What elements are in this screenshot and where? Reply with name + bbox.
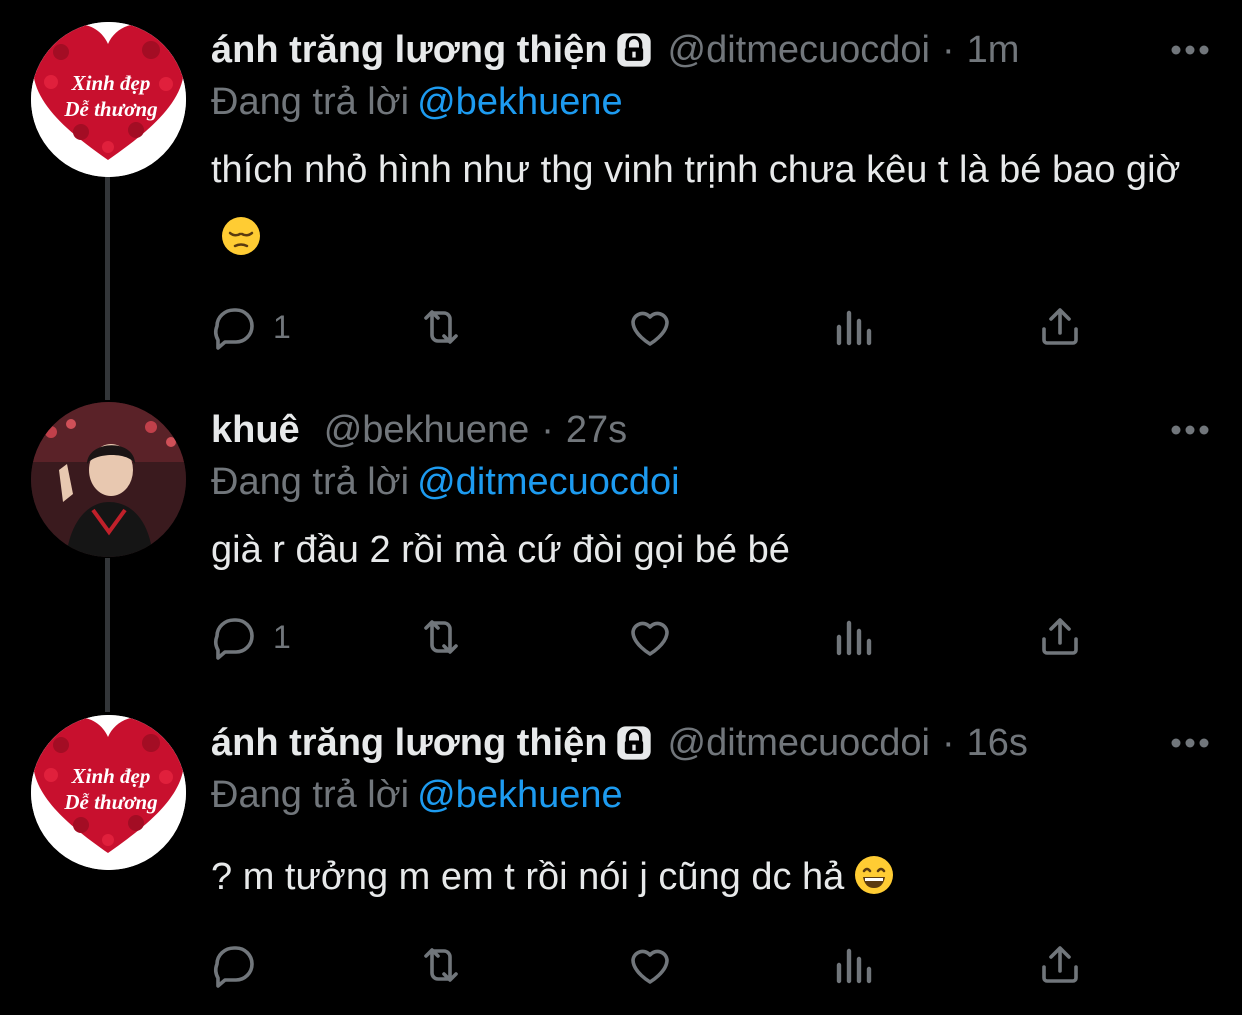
- heart-avatar-image: Xinh đẹp Dễ thương: [31, 715, 186, 870]
- replying-to-handle[interactable]: @bekhuene: [417, 81, 623, 123]
- tweet-3[interactable]: Xinh đẹp Dễ thương ánh trăng lương thiện…: [0, 715, 1242, 1005]
- views-chart-icon: [836, 620, 872, 656]
- retweet-button[interactable]: [417, 297, 465, 357]
- timestamp[interactable]: 16s: [967, 715, 1028, 771]
- tweet-1[interactable]: Xinh đẹp Dễ thương ánh trăng lương thiện…: [0, 22, 1242, 382]
- tweet-actions: 1: [211, 607, 1111, 667]
- avatar[interactable]: Xinh đẹp Dễ thương: [31, 22, 186, 177]
- tweet-text-content: thích nhỏ hình như thg vinh trịnh chưa k…: [211, 149, 1181, 191]
- reply-button[interactable]: 1: [211, 297, 291, 357]
- tweet-text-content: già r đầu 2 rồi mà cứ đòi gọi bé bé: [211, 529, 790, 571]
- timestamp[interactable]: 27s: [566, 402, 627, 458]
- display-name[interactable]: ánh trăng lương thiện: [211, 22, 608, 78]
- tweet-2[interactable]: khuê @bekhuene · 27s Đang trả lời @ditmec…: [0, 402, 1242, 692]
- like-heart-icon: [631, 311, 669, 346]
- tweet-header: ánh trăng lương thiện @ditmecuocdoi · 1m: [211, 22, 1019, 78]
- reply-icon: [214, 946, 254, 988]
- tweet-header: khuê @bekhuene · 27s: [211, 402, 627, 458]
- timestamp[interactable]: 1m: [967, 22, 1020, 78]
- reply-button[interactable]: 1: [211, 607, 291, 667]
- pensive-face-emoji: [221, 216, 261, 256]
- reply-count: 1: [273, 618, 291, 655]
- avatar[interactable]: Xinh đẹp Dễ thương: [31, 715, 186, 870]
- separator-dot: ·: [942, 29, 955, 71]
- tweet-actions: [211, 935, 1111, 995]
- replying-to-handle[interactable]: @bekhuene: [417, 774, 623, 816]
- avatar-caption-2: Dễ thương: [63, 790, 157, 814]
- retweet-button[interactable]: [417, 607, 465, 667]
- tweet-text: ? m tưởng m em t rồi nói j cũng dc hả: [211, 843, 1201, 911]
- heart-avatar-image: Xinh đẹp Dễ thương: [31, 22, 186, 177]
- retweet-icon: [424, 310, 458, 344]
- like-button[interactable]: [626, 607, 674, 667]
- share-button[interactable]: [1036, 297, 1084, 357]
- username-handle[interactable]: @ditmecuocdoi: [668, 715, 930, 771]
- replying-to: Đang trả lời @bekhuene: [211, 74, 623, 130]
- replying-to-handle[interactable]: @ditmecuocdoi: [417, 461, 679, 503]
- share-button[interactable]: [1036, 607, 1084, 667]
- more-dots-icon[interactable]: [1168, 715, 1212, 771]
- tweet-actions: 1: [211, 297, 1111, 357]
- share-button[interactable]: [1036, 935, 1084, 995]
- tweet-text: già r đầu 2 rồi mà cứ đòi gọi bé bé: [211, 516, 1201, 584]
- replying-to-label: Đang trả lời: [211, 81, 410, 123]
- lock-icon: [614, 30, 654, 70]
- views-chart-icon: [836, 948, 872, 984]
- views-button[interactable]: [831, 935, 879, 995]
- replying-to-label: Đang trả lời: [211, 774, 410, 816]
- grinning-face-emoji: [854, 855, 894, 895]
- display-name[interactable]: ánh trăng lương thiện: [211, 715, 608, 771]
- more-dots-icon[interactable]: [1168, 402, 1212, 458]
- avatar-caption-1: Xinh đẹp: [71, 764, 151, 788]
- like-button[interactable]: [626, 297, 674, 357]
- display-name[interactable]: khuê: [211, 402, 300, 458]
- tweet-header: ánh trăng lương thiện @ditmecuocdoi · 16…: [211, 715, 1028, 771]
- avatar-caption-1: Xinh đẹp: [71, 71, 151, 95]
- like-heart-icon: [631, 621, 669, 656]
- like-button[interactable]: [626, 935, 674, 995]
- separator-dot: ·: [541, 409, 554, 451]
- reply-count: 1: [273, 308, 291, 345]
- like-heart-icon: [631, 949, 669, 984]
- retweet-icon: [424, 620, 458, 654]
- more-dots-icon[interactable]: [1168, 22, 1212, 78]
- reply-icon: [214, 308, 254, 350]
- avatar-caption-2: Dễ thương: [63, 97, 157, 121]
- separator-dot: ·: [942, 722, 955, 764]
- views-button[interactable]: [831, 297, 879, 357]
- replying-to: Đang trả lời @ditmecuocdoi: [211, 454, 680, 510]
- tweet-text-content: ? m tưởng m em t rồi nói j cũng dc hả: [211, 856, 845, 898]
- username-handle[interactable]: @ditmecuocdoi: [668, 22, 930, 78]
- replying-to: Đang trả lời @bekhuene: [211, 767, 623, 823]
- retweet-button[interactable]: [417, 935, 465, 995]
- share-icon: [1042, 946, 1078, 983]
- reply-button[interactable]: [211, 935, 273, 995]
- tweet-text: thích nhỏ hình như thg vinh trịnh chưa k…: [211, 136, 1201, 272]
- views-button[interactable]: [831, 607, 879, 667]
- share-icon: [1042, 618, 1078, 655]
- replying-to-label: Đang trả lời: [211, 461, 410, 503]
- share-icon: [1042, 308, 1078, 345]
- profile-photo-image: [31, 402, 186, 557]
- retweet-icon: [424, 948, 458, 982]
- lock-icon: [614, 723, 654, 763]
- username-handle[interactable]: @bekhuene: [324, 402, 530, 458]
- views-chart-icon: [836, 310, 872, 346]
- reply-icon: [214, 618, 254, 660]
- avatar[interactable]: [31, 402, 186, 557]
